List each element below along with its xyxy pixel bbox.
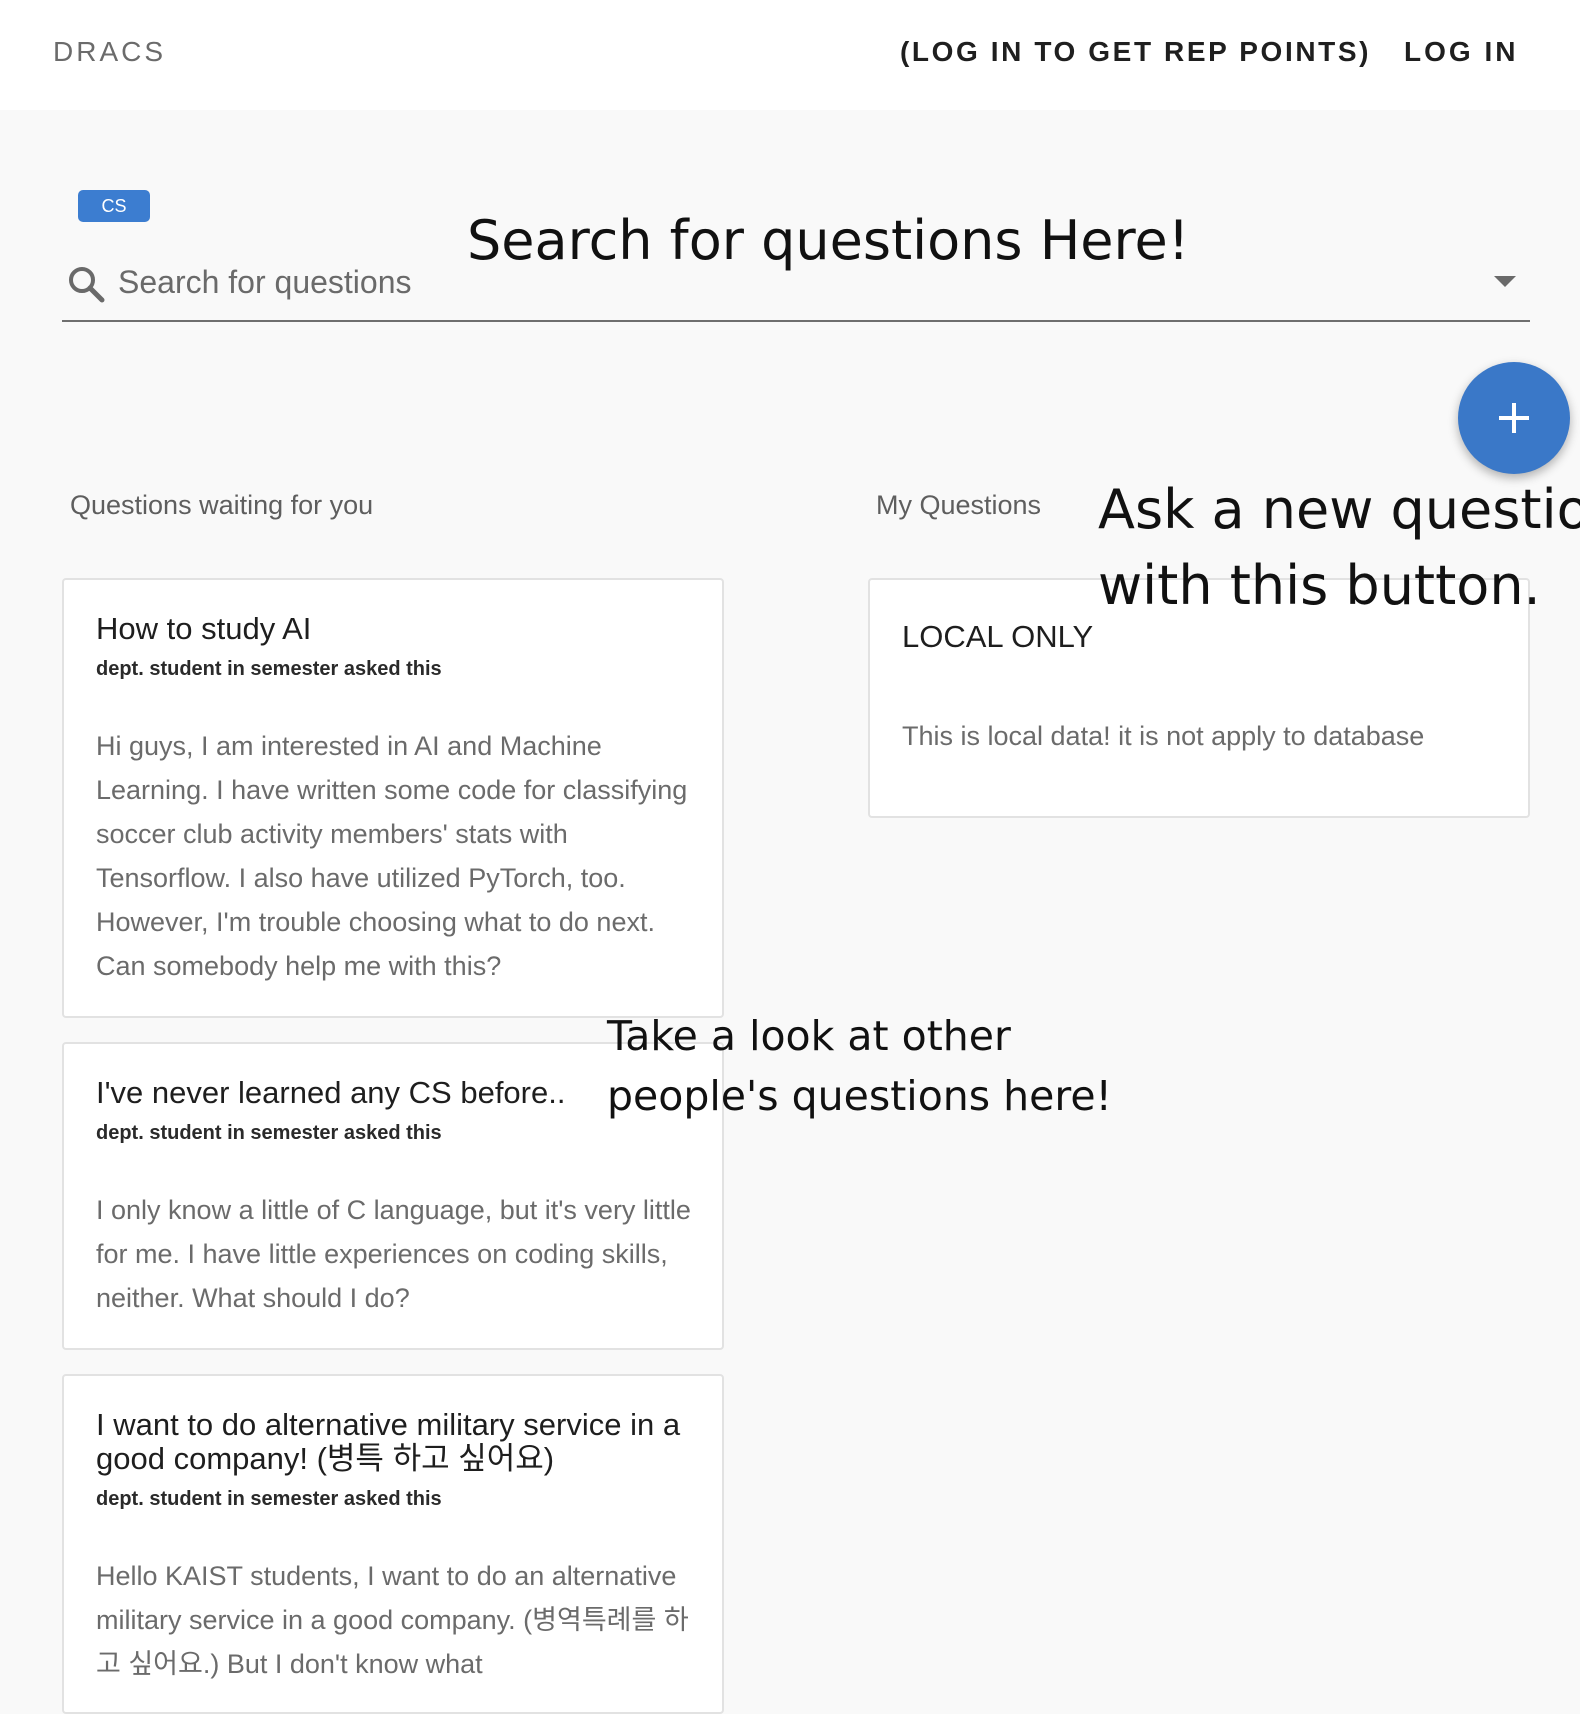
dropdown-arrow-icon[interactable] [1494,276,1516,287]
question-body: This is local data! it is not apply to d… [902,721,1425,751]
rep-points-login-link[interactable]: (LOG IN TO GET REP POINTS) [900,36,1371,68]
app-bar: DRACS (LOG IN TO GET REP POINTS) LOG IN [0,0,1580,110]
question-title: I want to do alternative military servic… [96,1407,681,1476]
question-body: I only know a little of C language, but … [96,1195,691,1313]
waiting-questions-heading: Questions waiting for you [70,490,374,520]
login-button[interactable]: LOG IN [1404,36,1518,68]
question-title: I've never learned any CS before.. [96,1075,566,1110]
search-annotation: Search for questions Here! [467,209,1190,272]
question-body: Hello KAIST students, I want to do an al… [96,1561,689,1679]
question-meta: dept. student in semester asked this [96,658,442,680]
question-meta: dept. student in semester asked this [96,1488,442,1510]
department-filter-chip[interactable]: CS [78,190,150,222]
annotation-line: people's questions here! [607,1072,1112,1120]
brand-logo[interactable]: DRACS [53,36,166,68]
look-annotation: Take a look at other people's questions … [607,1006,1112,1126]
question-meta: dept. student in semester asked this [96,1122,442,1144]
question-body: Hi guys, I am interested in AI and Machi… [96,731,688,981]
ask-annotation: Ask a new question with this button. [1098,472,1580,624]
my-questions-heading: My Questions [876,490,1042,520]
question-card[interactable]: I want to do alternative military servic… [62,1374,724,1714]
annotation-line: Ask a new question [1098,478,1580,541]
ask-question-button[interactable] [1458,362,1570,474]
annotation-line: Take a look at other [607,1012,1011,1060]
question-title: How to study AI [96,611,312,646]
search-icon [66,264,106,304]
question-card[interactable]: How to study AI dept. student in semeste… [62,578,724,1018]
question-title: LOCAL ONLY [902,619,1094,654]
annotation-line: with this button. [1098,554,1541,617]
